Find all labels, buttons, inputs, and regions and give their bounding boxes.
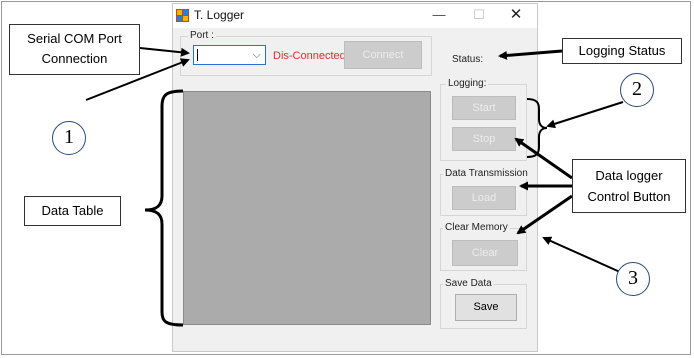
arrow-circle-3 <box>542 236 621 273</box>
serial-com-line-1: Serial COM Port <box>27 31 122 46</box>
control-button-callout: Data logger Control Button <box>572 159 686 213</box>
arrow-serial-com <box>139 47 190 57</box>
control-button-line-2: Control Button <box>587 189 671 204</box>
arrow-logging-status <box>498 49 563 60</box>
arrow-control-clear <box>516 194 573 235</box>
serial-com-line-2: Connection <box>41 51 108 66</box>
callout-circle-3: 3 <box>616 262 650 296</box>
callout-circle-2: 2 <box>620 73 654 107</box>
logging-status-callout: Logging Status <box>562 38 682 64</box>
serial-com-callout: Serial COM Port Connection <box>9 24 140 75</box>
callout-circle-1: 1 <box>52 121 86 155</box>
arrow-circle-2 <box>546 101 624 129</box>
control-button-line-1: Data logger <box>595 168 663 183</box>
data-table-brace <box>144 89 184 327</box>
data-table-callout: Data Table <box>24 196 121 226</box>
arrow-control-stop <box>514 137 573 180</box>
